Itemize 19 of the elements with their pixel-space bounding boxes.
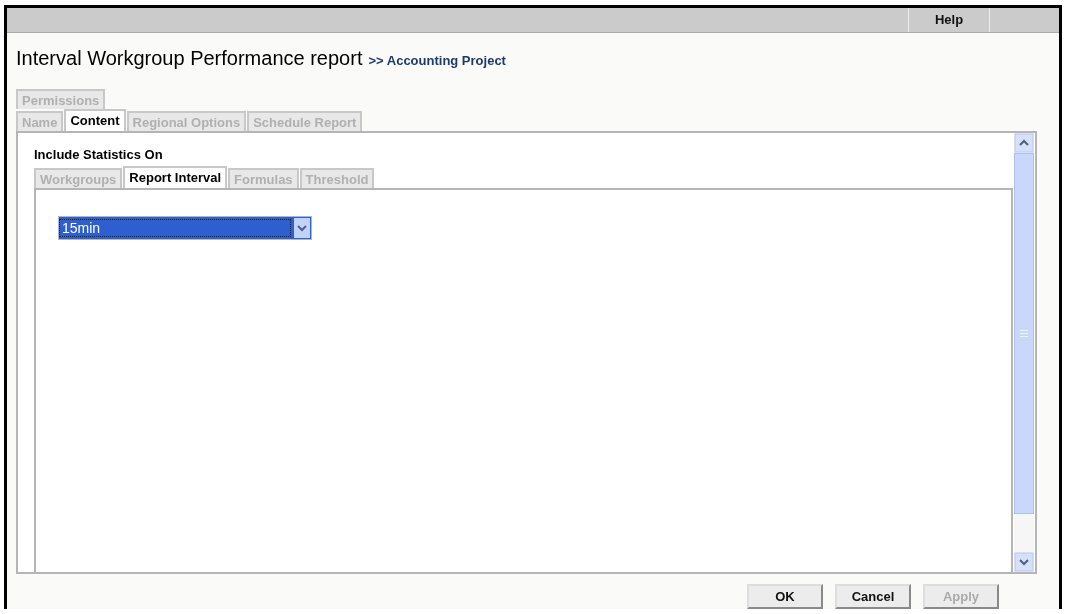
tab[interactable]: Content (64, 108, 126, 131)
section-title: Include Statistics On (34, 146, 164, 162)
breadcrumb: >> Accounting Project (368, 52, 506, 68)
tab[interactable]: Formulas (228, 167, 299, 188)
ok-button[interactable]: OK (747, 584, 823, 609)
scrollbar[interactable] (1014, 132, 1034, 572)
tab[interactable]: Regional Options (126, 110, 247, 131)
scroll-up-button[interactable] (1014, 132, 1034, 153)
tab[interactable]: Permissions (16, 88, 106, 109)
page-title: Interval Workgroup Performance report (16, 46, 363, 70)
cancel-button[interactable]: Cancel (835, 584, 911, 609)
tab[interactable]: Schedule Report (247, 110, 363, 131)
help-menu[interactable]: Help (908, 8, 990, 32)
interval-dropdown[interactable]: 15min (58, 215, 312, 240)
tab[interactable]: Workgroups (34, 167, 123, 188)
tab[interactable]: Name (16, 110, 64, 131)
tab[interactable]: Threshold (299, 167, 375, 188)
scroll-down-button[interactable] (1014, 552, 1034, 572)
tab[interactable]: Report Interval (123, 165, 228, 188)
